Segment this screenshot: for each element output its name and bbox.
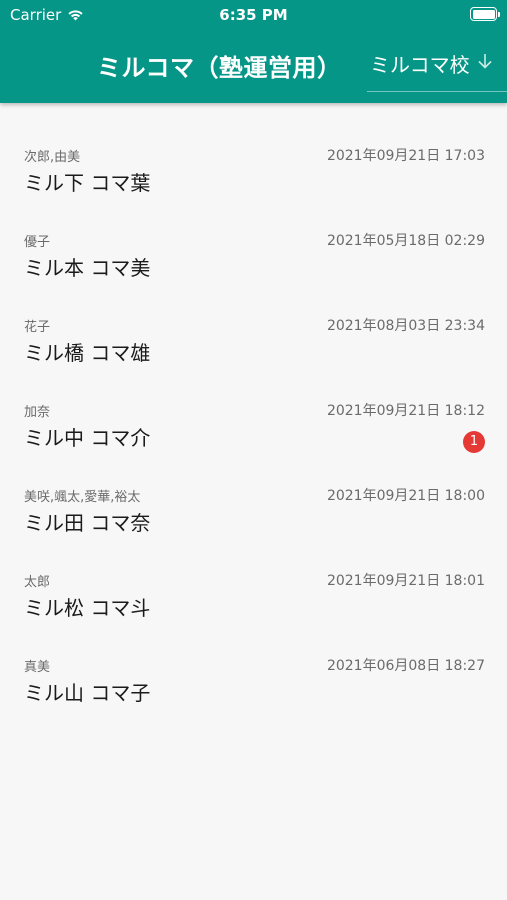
- battery-icon: [470, 7, 500, 21]
- chat-list-item[interactable]: 加奈 2021年09月21日 18:12 ミル中 コマ介 1: [0, 394, 507, 479]
- chat-name: ミル松 コマ斗: [24, 596, 151, 620]
- chat-members: 加奈: [24, 405, 51, 420]
- chat-timestamp: 2021年09月21日 17:03: [326, 148, 485, 164]
- chat-members: 美咲,颯太,愛華,裕太: [24, 490, 141, 505]
- chat-list-item[interactable]: 花子 2021年08月03日 23:34 ミル橋 コマ雄: [0, 309, 507, 394]
- chat-list-item[interactable]: 優子 2021年05月18日 02:29 ミル本 コマ美: [0, 224, 507, 309]
- chat-timestamp: 2021年09月21日 18:12: [326, 403, 485, 419]
- arrow-down-icon: [476, 44, 494, 74]
- chat-timestamp: 2021年09月21日 18:01: [326, 573, 485, 589]
- chat-members: 太郎: [24, 575, 51, 590]
- status-bar: Carrier 6:35 PM: [0, 0, 507, 30]
- app-bar: Carrier 6:35 PM ミルコマ（塾運営用） ミルコマ校: [0, 0, 507, 103]
- chat-members: 真美: [24, 660, 51, 675]
- school-dropdown[interactable]: ミルコマ校: [367, 44, 507, 92]
- chat-list-item[interactable]: 真美 2021年06月08日 18:27 ミル山 コマ子: [0, 649, 507, 734]
- chat-timestamp: 2021年08月03日 23:34: [326, 318, 485, 334]
- chat-name: ミル下 コマ葉: [24, 171, 151, 195]
- chat-timestamp: 2021年06月08日 18:27: [326, 658, 485, 674]
- status-time: 6:35 PM: [219, 6, 288, 24]
- page-title: ミルコマ（塾運営用）: [97, 54, 342, 82]
- chat-timestamp: 2021年05月18日 02:29: [326, 233, 485, 249]
- chat-list: 次郎,由美 2021年09月21日 17:03 ミル下 コマ葉 優子 2021年…: [0, 103, 507, 734]
- chat-timestamp: 2021年09月21日 18:00: [326, 488, 485, 504]
- chat-name: ミル中 コマ介: [24, 426, 151, 450]
- phone-screen: Carrier 6:35 PM ミルコマ（塾運営用） ミルコマ校 次郎,由美 2…: [0, 0, 507, 900]
- chat-list-item[interactable]: 太郎 2021年09月21日 18:01 ミル松 コマ斗: [0, 564, 507, 649]
- chat-name: ミル田 コマ奈: [24, 511, 151, 535]
- chat-members: 花子: [24, 320, 51, 335]
- school-dropdown-value: ミルコマ校: [370, 53, 470, 77]
- chat-list-item[interactable]: 次郎,由美 2021年09月21日 17:03 ミル下 コマ葉: [0, 139, 507, 224]
- unread-badge: 1: [463, 431, 485, 453]
- chat-list-item[interactable]: 美咲,颯太,愛華,裕太 2021年09月21日 18:00 ミル田 コマ奈: [0, 479, 507, 564]
- battery-level: [472, 9, 495, 19]
- chat-name: ミル本 コマ美: [24, 256, 151, 280]
- chat-members: 優子: [24, 235, 51, 250]
- chat-name: ミル橋 コマ雄: [24, 341, 151, 365]
- chat-members: 次郎,由美: [24, 150, 81, 165]
- chat-name: ミル山 コマ子: [24, 681, 151, 705]
